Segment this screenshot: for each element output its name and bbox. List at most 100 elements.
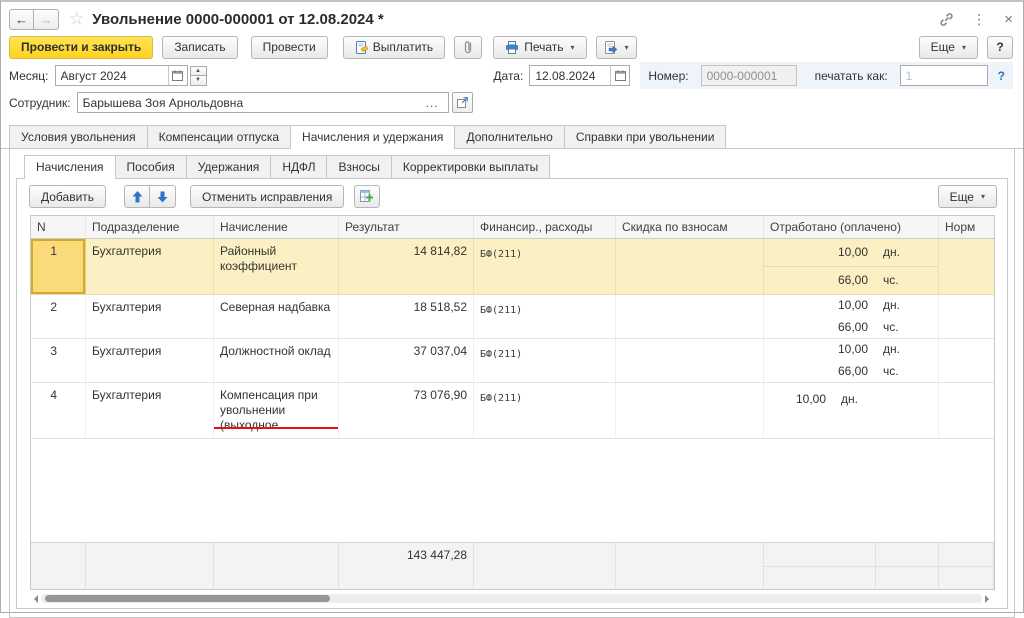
subtab-uderzhaniya[interactable]: Удержания	[186, 155, 272, 178]
tab-usloviya-uvolneniya[interactable]: Условия увольнения	[9, 125, 148, 148]
cell-n[interactable]: 4	[31, 383, 86, 438]
close-icon[interactable]: ×	[1004, 11, 1013, 28]
employee-select-button[interactable]: ...	[422, 96, 443, 110]
cell-department[interactable]: Бухгалтерия	[86, 339, 214, 382]
table-row[interactable]: 1 Бухгалтерия Районный коэффициент 14 81…	[31, 239, 994, 295]
favorite-star-icon[interactable]: ☆	[69, 9, 84, 29]
scroll-left-arrow-icon[interactable]	[30, 595, 38, 603]
attach-button[interactable]	[454, 36, 482, 59]
cell-accrual[interactable]: Должностной оклад	[214, 339, 339, 382]
cell-worked[interactable]: 10,00дн. 66,00чс.	[764, 295, 939, 338]
table-row[interactable]: 3 Бухгалтерия Должностной оклад 37 037,0…	[31, 339, 994, 383]
subtab-nachisleniya[interactable]: Начисления	[24, 155, 116, 179]
cell-financing[interactable]: БФ(211)	[474, 295, 616, 338]
cell-n[interactable]: 1	[31, 239, 86, 294]
column-header-n[interactable]: N	[31, 216, 86, 238]
tab-spravki-pri-uvolnenii[interactable]: Справки при увольнении	[564, 125, 727, 148]
column-header-norm[interactable]: Норм	[939, 216, 994, 238]
print-button[interactable]: Печать ▾	[493, 36, 586, 59]
print-as-input[interactable]: 1	[900, 65, 988, 86]
scrollbar-track[interactable]	[41, 594, 982, 603]
cell-accrual[interactable]: Районный коэффициент	[214, 239, 339, 294]
column-header-discount[interactable]: Скидка по взносам	[616, 216, 764, 238]
column-header-department[interactable]: Подразделение	[86, 216, 214, 238]
cell-result[interactable]: 37 037,04	[339, 339, 474, 382]
post-button[interactable]: Провести	[251, 36, 328, 59]
add-column-button[interactable]	[354, 185, 380, 208]
tab-nachisleniya-i-uderzhaniya[interactable]: Начисления и удержания	[290, 125, 455, 149]
help-button[interactable]: ?	[987, 36, 1013, 59]
pay-button[interactable]: Выплатить	[343, 36, 446, 59]
forward-button[interactable]: →	[34, 9, 59, 30]
cell-accrual[interactable]: Компенсация при увольнении (выходное	[214, 383, 339, 438]
cell-n[interactable]: 2	[31, 295, 86, 338]
month-spinner-down-button[interactable]: ▼	[190, 76, 207, 86]
cell-department[interactable]: Бухгалтерия	[86, 295, 214, 338]
subtab-vznosy[interactable]: Взносы	[326, 155, 391, 178]
month-spinner-up-button[interactable]: ▲	[190, 66, 207, 76]
cell-norm[interactable]	[939, 239, 994, 294]
date-input[interactable]: 12.08.2024	[529, 65, 630, 86]
cell-norm[interactable]	[939, 295, 994, 338]
tab-dopolnitelno[interactable]: Дополнительно	[454, 125, 564, 148]
cell-discount[interactable]	[616, 239, 764, 294]
tab-kompensacii-otpuska[interactable]: Компенсации отпуска	[147, 125, 291, 148]
month-calendar-button[interactable]	[168, 66, 187, 85]
cell-norm[interactable]	[939, 383, 994, 438]
table-empty-area[interactable]	[31, 439, 994, 542]
move-down-button[interactable]	[150, 185, 176, 208]
menu-kebab-icon[interactable]: ⋮	[972, 11, 986, 28]
page-title: Увольнение 0000-000001 от 12.08.2024 *	[92, 11, 383, 28]
move-up-button[interactable]	[124, 185, 150, 208]
scrollbar-thumb[interactable]	[45, 595, 330, 602]
cell-worked[interactable]: 10,00дн. 66,00чс.	[764, 339, 939, 382]
link-icon[interactable]	[939, 12, 954, 27]
toolbar-more-button[interactable]: Еще ▾	[919, 36, 978, 59]
arrow-down-icon	[157, 191, 168, 203]
cell-department[interactable]: Бухгалтерия	[86, 383, 214, 438]
print-caret-icon: ▾	[571, 43, 575, 52]
subtab-korrektirovki-vyplaty[interactable]: Корректировки выплаты	[391, 155, 550, 178]
column-header-worked[interactable]: Отработано (оплачено)	[764, 216, 939, 238]
cell-discount[interactable]	[616, 339, 764, 382]
horizontal-scrollbar[interactable]	[30, 593, 993, 604]
employee-open-button[interactable]	[452, 92, 473, 113]
month-input[interactable]: Август 2024	[55, 65, 188, 86]
add-button[interactable]: Добавить	[29, 185, 106, 208]
column-header-result[interactable]: Результат	[339, 216, 474, 238]
employee-label: Сотрудник:	[9, 96, 71, 110]
cell-discount[interactable]	[616, 295, 764, 338]
print-as-help-link[interactable]: ?	[998, 69, 1005, 83]
main-tab-content: Начисления Пособия Удержания НДФЛ Взносы…	[9, 149, 1015, 618]
cell-financing[interactable]: БФ(211)	[474, 383, 616, 438]
column-header-accrual[interactable]: Начисление	[214, 216, 339, 238]
cell-financing[interactable]: БФ(211)	[474, 339, 616, 382]
scroll-right-arrow-icon[interactable]	[985, 595, 993, 603]
cell-n[interactable]: 3	[31, 339, 86, 382]
employee-input[interactable]: Барышева Зоя Арнольдовна ...	[77, 92, 449, 113]
cell-result[interactable]: 14 814,82	[339, 239, 474, 294]
cell-financing[interactable]: БФ(211)	[474, 239, 616, 294]
cell-worked[interactable]: 10,00дн. 66,00чс.	[764, 239, 939, 294]
table-row[interactable]: 4 Бухгалтерия Компенсация при увольнении…	[31, 383, 994, 439]
cell-discount[interactable]	[616, 383, 764, 438]
undo-corrections-button[interactable]: Отменить исправления	[190, 185, 344, 208]
create-based-button[interactable]: ▾	[596, 36, 637, 59]
cell-result[interactable]: 18 518,52	[339, 295, 474, 338]
subtab-posobiya[interactable]: Пособия	[115, 155, 187, 178]
pay-icon	[355, 41, 368, 54]
post-and-close-button[interactable]: Провести и закрыть	[9, 36, 153, 59]
back-button[interactable]: ←	[9, 9, 34, 30]
cell-result[interactable]: 73 076,90	[339, 383, 474, 438]
cell-accrual[interactable]: Северная надбавка	[214, 295, 339, 338]
date-calendar-button[interactable]	[610, 66, 629, 85]
subtab-ndfl[interactable]: НДФЛ	[270, 155, 327, 178]
create-based-icon	[604, 41, 618, 54]
column-header-financing[interactable]: Финансир., расходы	[474, 216, 616, 238]
save-button[interactable]: Записать	[162, 36, 237, 59]
cell-norm[interactable]	[939, 339, 994, 382]
table-more-button[interactable]: Еще ▾	[938, 185, 997, 208]
cell-department[interactable]: Бухгалтерия	[86, 239, 214, 294]
table-row[interactable]: 2 Бухгалтерия Северная надбавка 18 518,5…	[31, 295, 994, 339]
cell-worked[interactable]: 10,00дн.	[764, 383, 939, 438]
